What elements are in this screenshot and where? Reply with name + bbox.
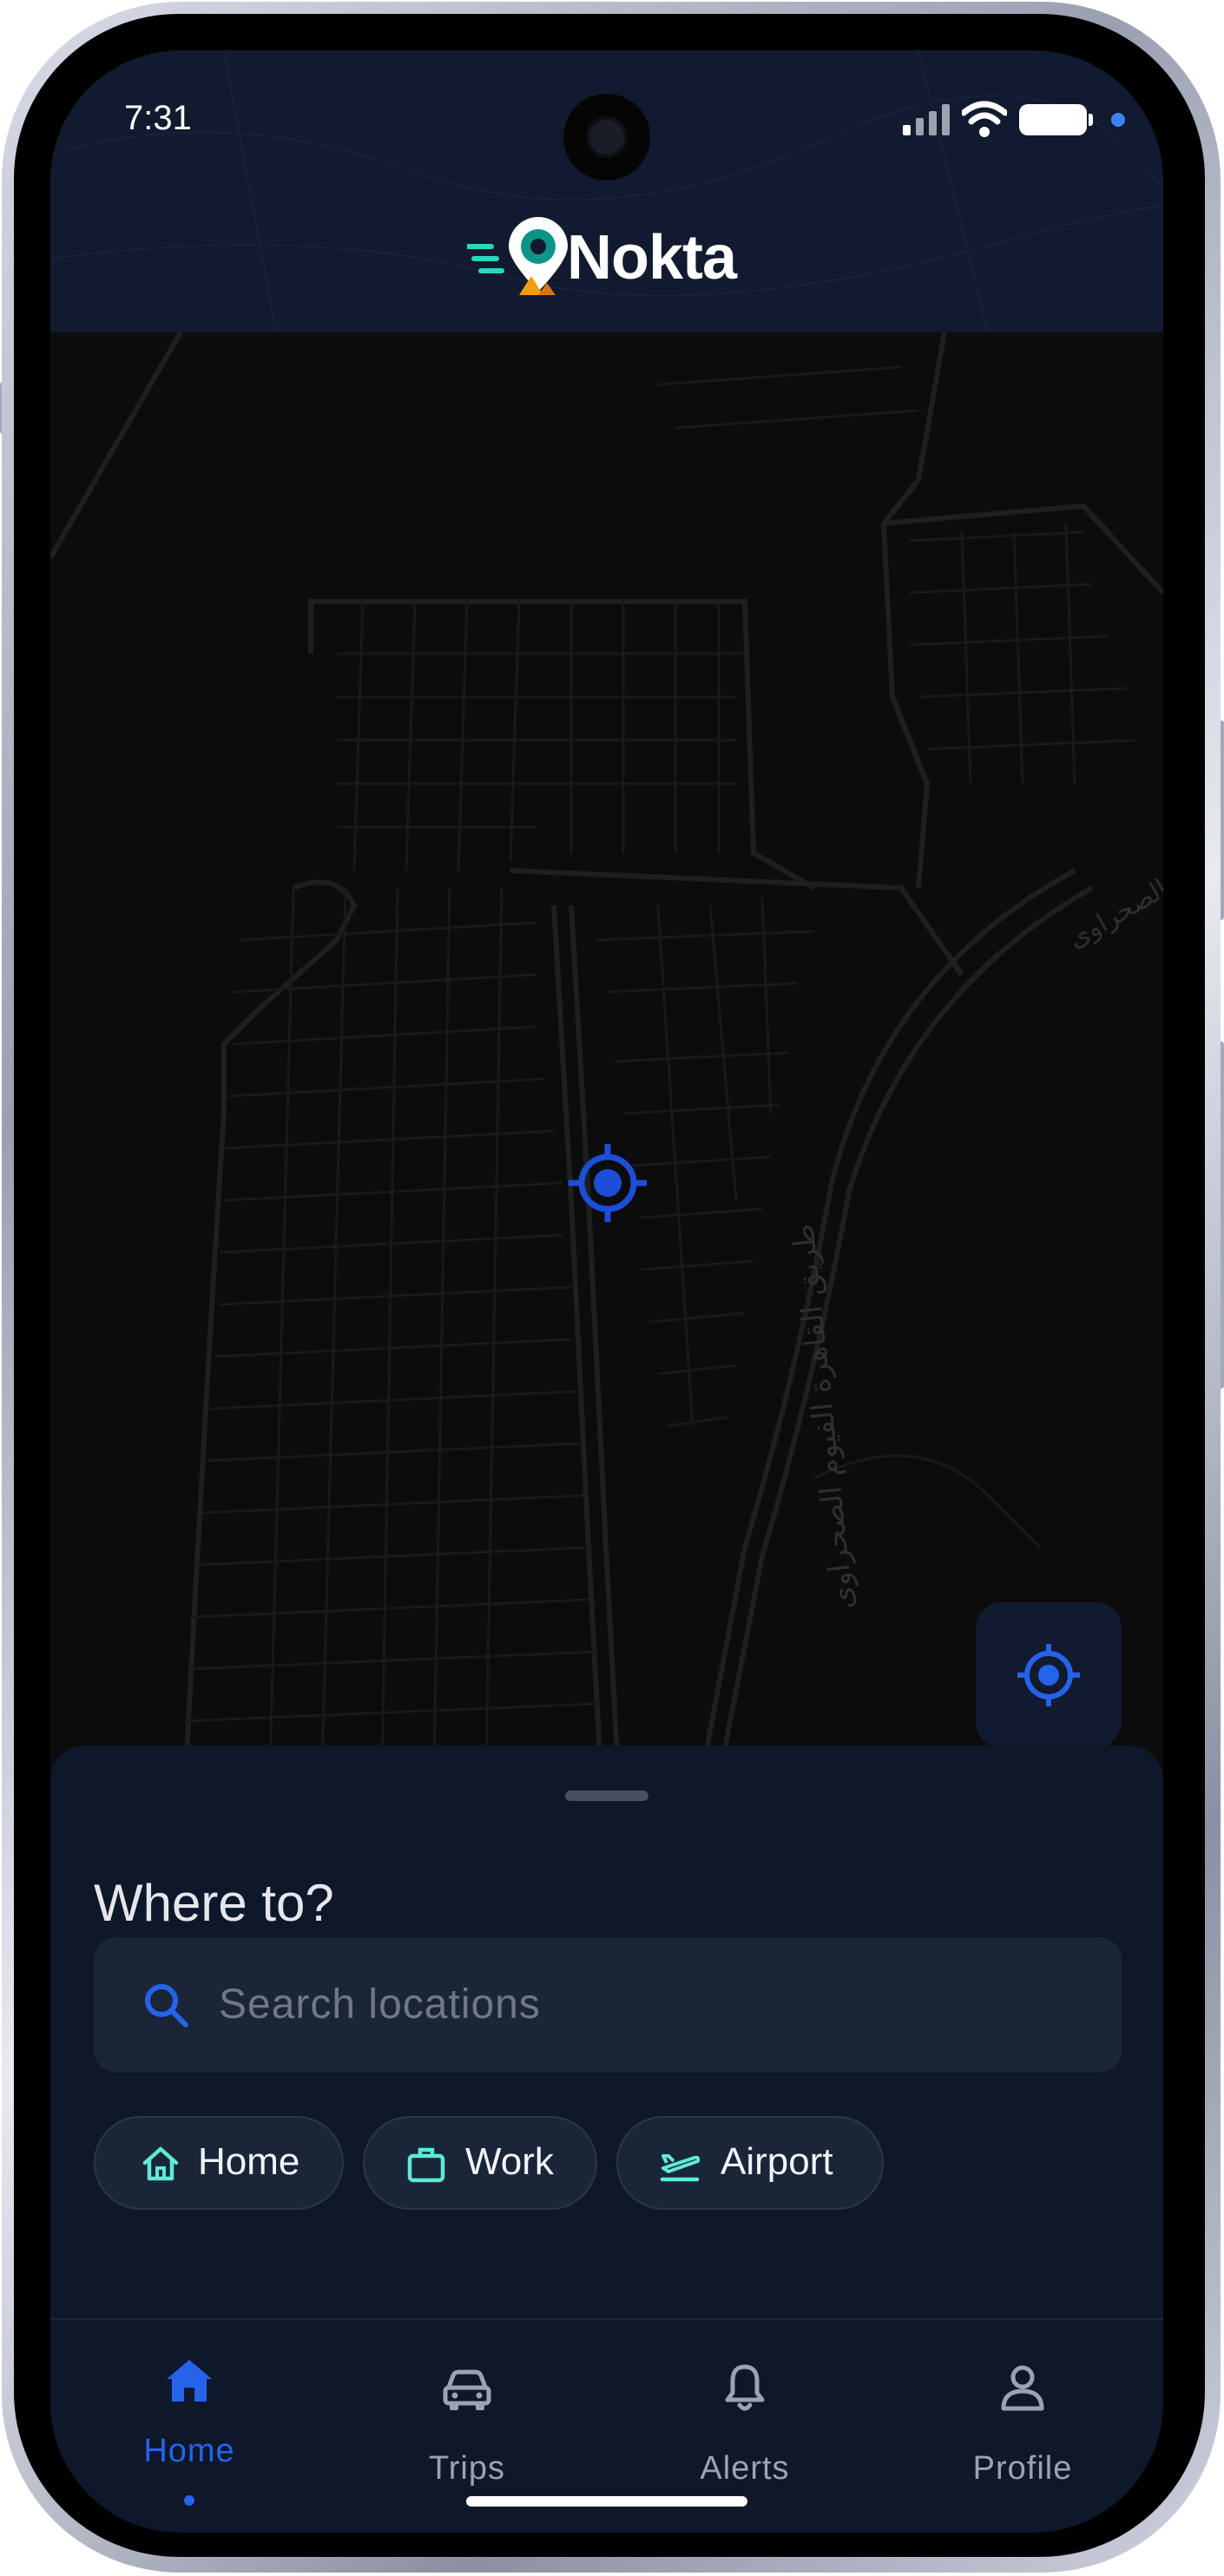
tab-label: Profile	[972, 2450, 1073, 2487]
chip-label: Home	[198, 2140, 300, 2183]
search-input[interactable]: Search locations	[94, 1937, 1122, 2073]
sheet-title: Where to?	[94, 1874, 334, 1932]
wifi-icon	[962, 101, 1007, 137]
phone-frame: طريق القاهرة الفيوم الصحراوى الصحراوى 7:…	[0, 0, 1224, 2576]
crosshair-icon	[1017, 1644, 1080, 1706]
quick-destination-airport[interactable]: Airport	[616, 2116, 884, 2210]
screen: طريق القاهرة الفيوم الصحراوى الصحراوى 7:…	[50, 50, 1163, 2533]
map-road-label: طريق القاهرة الفيوم الصحراوى	[786, 1222, 861, 1611]
search-placeholder: Search locations	[219, 1981, 541, 2027]
quick-destination-home[interactable]: Home	[94, 2116, 344, 2210]
battery-icon	[1019, 104, 1093, 135]
quick-destination-work[interactable]: Work	[363, 2116, 597, 2210]
tab-label: Alerts	[700, 2450, 790, 2487]
chip-label: Work	[465, 2140, 554, 2183]
sheet-drag-handle[interactable]	[565, 1791, 648, 1801]
tab-label: Home	[143, 2433, 235, 2469]
briefcase-icon	[407, 2147, 445, 2183]
chip-label: Airport	[721, 2140, 833, 2183]
bell-icon	[725, 2364, 765, 2411]
active-tab-dot	[184, 2495, 194, 2506]
front-camera	[563, 94, 650, 181]
home-icon	[167, 2360, 212, 2402]
tab-label: Trips	[428, 2450, 506, 2487]
privacy-dot-indicator	[1111, 113, 1125, 127]
app-logo-text: Nokta	[567, 223, 737, 292]
tab-home[interactable]: Home	[76, 2320, 302, 2506]
home-indicator[interactable]	[466, 2496, 747, 2507]
signal-icon	[903, 104, 950, 135]
user-icon	[1001, 2365, 1044, 2411]
app-header: 7:31 Nokta	[50, 50, 1163, 332]
tab-profile[interactable]: Profile	[910, 2320, 1135, 2494]
car-icon	[443, 2369, 491, 2410]
current-location-marker	[569, 1144, 647, 1222]
search-icon	[145, 1984, 188, 2027]
map-road-label: الصحراوى	[1063, 874, 1164, 955]
recenter-location-button[interactable]	[976, 1602, 1122, 1748]
status-time: 7:31	[124, 99, 192, 137]
plane-icon	[660, 2154, 700, 2182]
home-icon	[142, 2146, 179, 2181]
tab-trips[interactable]: Trips	[354, 2320, 580, 2494]
tab-alerts[interactable]: Alerts	[632, 2320, 858, 2494]
